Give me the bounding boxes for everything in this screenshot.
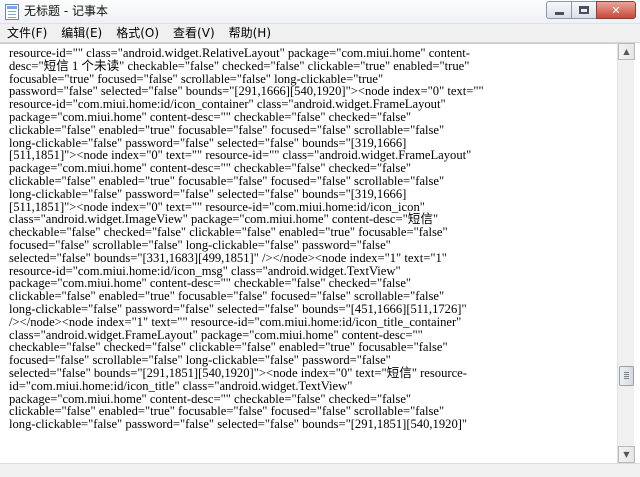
maximize-icon bbox=[579, 6, 589, 14]
title-bar[interactable]: 无标题 - 记事本 ✕ bbox=[0, 0, 640, 24]
scrollbar-thumb[interactable] bbox=[619, 366, 634, 386]
window-title: 无标题 - 记事本 bbox=[24, 4, 108, 18]
scroll-down-arrow-icon: ▼ bbox=[623, 450, 630, 459]
menu-format[interactable]: 格式(O) bbox=[109, 24, 166, 42]
text-line: clickable="false" enabled="true" focusab… bbox=[9, 122, 445, 137]
close-button[interactable]: ✕ bbox=[596, 1, 636, 19]
notepad-icon[interactable] bbox=[5, 4, 19, 20]
text-line: long-clickable="false" password="false" … bbox=[9, 301, 467, 316]
minimize-button[interactable] bbox=[546, 1, 571, 19]
scroll-up-arrow-icon: ▲ bbox=[623, 47, 630, 56]
text-line: desc="短信 1 个未读" checkable="false" checke… bbox=[9, 58, 470, 73]
menu-edit[interactable]: 编辑(E) bbox=[54, 24, 109, 42]
maximize-button[interactable] bbox=[571, 1, 596, 19]
menu-file[interactable]: 文件(F) bbox=[0, 24, 54, 42]
text-editor[interactable]: resource-id="" class="android.widget.Rel… bbox=[0, 43, 617, 463]
text-line: id="com.miui.home:id/icon_title" class="… bbox=[9, 378, 353, 393]
text-line: clickable="false" enabled="true" focusab… bbox=[9, 173, 445, 188]
text-line: focused="false" scrollable="false" long-… bbox=[9, 237, 391, 252]
text-line: selected="false" bounds="[291,1851][540,… bbox=[9, 365, 467, 380]
text-line: long-clickable="false" password="false" … bbox=[9, 186, 407, 201]
scroll-up-button[interactable]: ▲ bbox=[618, 43, 635, 60]
text-line: selected="false" bounds="[331,1683][499,… bbox=[9, 250, 447, 265]
window-controls: ✕ bbox=[546, 1, 636, 19]
notepad-window: 无标题 - 记事本 ✕ 文件(F) 编辑(E) 格式(O) 查看(V) 帮助(H… bbox=[0, 0, 640, 477]
text-line: focused="false" scrollable="false" long-… bbox=[9, 353, 391, 368]
text-line: package="com.miui.home" content-desc="" … bbox=[9, 109, 412, 124]
document-text[interactable]: resource-id="" class="android.widget.Rel… bbox=[9, 47, 609, 431]
text-line: /></node><node index="1" text="" resourc… bbox=[9, 314, 462, 329]
menu-bar: 文件(F) 编辑(E) 格式(O) 查看(V) 帮助(H) bbox=[0, 24, 640, 43]
scroll-down-button[interactable]: ▼ bbox=[618, 446, 635, 463]
minimize-icon bbox=[554, 11, 564, 15]
text-line: long-clickable="false" password="false" … bbox=[9, 417, 468, 432]
close-icon: ✕ bbox=[611, 3, 621, 17]
menu-view[interactable]: 查看(V) bbox=[166, 24, 222, 42]
text-line: resource-id="" class="android.widget.Rel… bbox=[9, 46, 470, 60]
menu-help[interactable]: 帮助(H) bbox=[222, 24, 278, 42]
vertical-scrollbar[interactable]: ▲ ▼ bbox=[617, 43, 635, 463]
bottom-edge bbox=[0, 463, 640, 477]
